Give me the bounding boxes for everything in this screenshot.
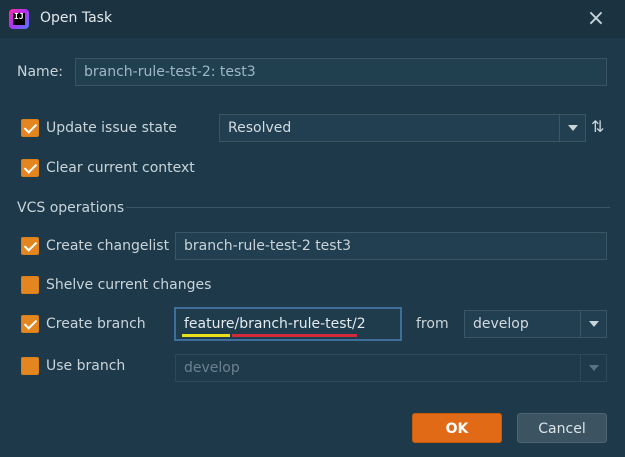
create-changelist-checkbox[interactable] <box>21 237 39 255</box>
clear-context-label: Clear current context <box>46 160 195 176</box>
vcs-separator <box>126 207 610 208</box>
shelve-changes-checkbox[interactable] <box>21 276 39 294</box>
from-branch-value: develop <box>473 316 529 332</box>
chevron-down-icon <box>580 355 606 381</box>
create-branch-checkbox[interactable] <box>21 315 39 333</box>
update-issue-state-label: Update issue state <box>46 120 178 136</box>
window-title: Open Task <box>40 10 113 26</box>
ok-button[interactable]: OK <box>412 413 502 443</box>
create-changelist-label: Create changelist <box>46 238 170 254</box>
use-branch-label: Use branch <box>46 358 126 374</box>
jetbrains-ij-icon: IJ <box>9 9 29 29</box>
title-bar: IJ Open Task × <box>0 0 625 38</box>
name-field[interactable]: branch-rule-test-2: test3 <box>75 58 607 86</box>
use-branch-value: develop <box>184 360 240 376</box>
changelist-name-field[interactable]: branch-rule-test-2 test3 <box>175 232 607 260</box>
clear-context-checkbox[interactable] <box>21 159 39 177</box>
update-issue-state-checkbox[interactable] <box>21 119 39 137</box>
issue-state-dropdown[interactable]: Resolved <box>219 114 586 142</box>
sort-icon[interactable]: ⇅ <box>591 117 605 136</box>
create-branch-label: Create branch <box>46 316 146 332</box>
spellcheck-underline-yellow <box>182 334 230 337</box>
use-branch-dropdown: develop <box>175 354 607 382</box>
spellcheck-underline-red <box>232 334 357 337</box>
chevron-down-icon[interactable] <box>580 311 606 337</box>
chevron-down-icon[interactable] <box>559 115 585 141</box>
cancel-button[interactable]: Cancel <box>517 413 607 443</box>
from-label: from <box>416 316 449 332</box>
vcs-section-title: VCS operations <box>17 200 125 216</box>
name-label: Name: <box>17 64 64 80</box>
close-icon[interactable]: × <box>586 8 606 30</box>
shelve-changes-label: Shelve current changes <box>46 277 212 293</box>
from-branch-dropdown[interactable]: develop <box>464 310 607 338</box>
use-branch-checkbox[interactable] <box>21 357 39 375</box>
issue-state-value: Resolved <box>228 120 292 136</box>
